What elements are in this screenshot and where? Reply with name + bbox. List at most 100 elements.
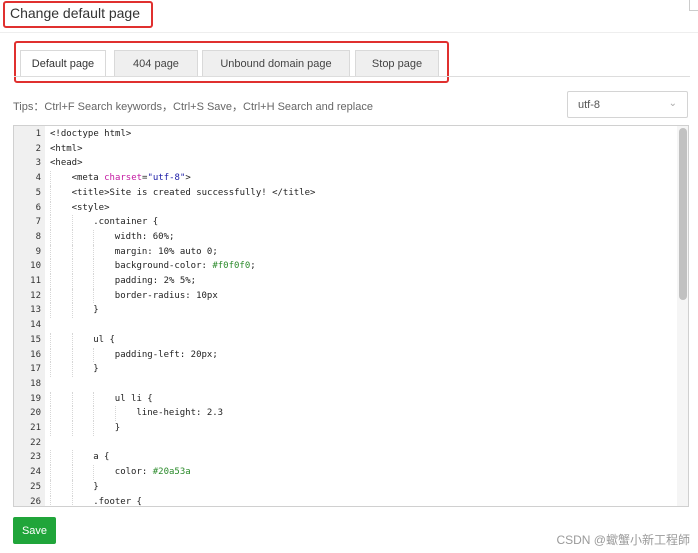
code-text: } (93, 362, 98, 377)
code-text: line-height: 2.3 (136, 406, 223, 421)
code-text: <style> (72, 201, 110, 216)
indent-guide (50, 479, 51, 495)
code-line: 11 padding: 2% 5%; (14, 274, 654, 289)
indent-guide (93, 465, 95, 480)
editor-scrollbar[interactable] (677, 126, 688, 506)
code-line: 14 (14, 318, 654, 333)
indent-guide (50, 215, 51, 230)
encoding-select[interactable]: utf-8 ⌄ (567, 91, 688, 118)
tabs-divider (14, 76, 690, 77)
code-token: padding-left: 20px; (114, 349, 218, 360)
code-token: border-radius: 10px (114, 290, 218, 301)
indent-guide (71, 288, 73, 304)
indent-guide (93, 406, 95, 421)
indent-guide (50, 274, 51, 289)
line-number: 7 (35, 217, 41, 228)
line-number: 14 (30, 320, 41, 331)
line-number: 2 (35, 143, 41, 154)
code-text: .container { (93, 215, 158, 230)
keyboard-tips: Tips：Ctrl+F Search keywords，Ctrl+S Save，… (13, 101, 373, 113)
code-token: background-color: (114, 261, 213, 272)
code-line: 13} (14, 303, 654, 319)
code-token: line-height: 2.3 (136, 408, 224, 419)
code-text: padding: 2% 5%; (115, 274, 196, 289)
code-token: a { (93, 452, 110, 463)
indent-guide (50, 244, 51, 260)
line-number: 26 (30, 496, 41, 507)
indent-guide (71, 465, 73, 480)
code-line: 26 .footer { (14, 494, 654, 507)
indent-guide (50, 229, 51, 245)
corner-mark (689, 0, 698, 11)
code-token: <head> (50, 158, 83, 169)
code-text: } (115, 421, 120, 436)
tab-unbound-domain-page[interactable]: Unbound domain page (202, 50, 350, 77)
line-number: 5 (35, 187, 41, 198)
code-token: > (185, 173, 191, 184)
code-line: 18 (14, 377, 654, 392)
line-number: 24 (30, 467, 41, 478)
dialog-title: Change default page (10, 5, 140, 21)
line-number: 23 (30, 452, 41, 463)
line-number: 15 (30, 334, 41, 345)
indent-guide (93, 421, 95, 436)
code-text: } (93, 480, 98, 495)
indent-guide (93, 274, 95, 289)
tab-default-page[interactable]: Default page (20, 50, 106, 77)
save-button[interactable]: Save (13, 517, 56, 544)
tab-404-page[interactable]: 404 page (114, 50, 198, 77)
indent-guide (93, 259, 95, 274)
line-number: 1 (35, 129, 41, 139)
code-line: 1 <!doctype html> (14, 127, 654, 142)
code-text: <head> (50, 156, 83, 171)
indent-guide (50, 494, 51, 506)
code-text: width: 60%; (115, 230, 175, 245)
indent-guide (50, 406, 51, 421)
indent-guide (71, 494, 73, 506)
code-line: 10 background-color: #f0f0f0; (14, 259, 654, 274)
indent-guide (50, 288, 51, 304)
code-line: 25} (14, 479, 654, 495)
title-divider (0, 32, 698, 33)
code-token: .footer { (93, 496, 142, 507)
indent-guide (50, 465, 51, 480)
scrollbar-thumb[interactable] (679, 128, 687, 300)
code-line: 15 ul { (14, 332, 654, 348)
code-line: 21} (14, 421, 654, 436)
indent-guide (50, 171, 51, 186)
indent-guide (71, 274, 73, 289)
line-number: 16 (30, 349, 41, 360)
code-token: } (93, 364, 99, 375)
code-token: .container { (93, 217, 159, 228)
code-text: border-radius: 10px (115, 289, 218, 304)
indent-guide (50, 200, 51, 216)
line-number: 12 (30, 290, 41, 301)
code-token: margin: 10% auto 0; (114, 246, 218, 257)
code-editor[interactable]: 1 <!doctype html> 2 <html> 3 <head> 4 <meta cha… (13, 125, 689, 507)
line-number: 22 (30, 437, 41, 448)
chevron-down-icon: ⌄ (668, 98, 677, 109)
code-token: <style> (71, 202, 110, 213)
indent-guide (93, 288, 95, 304)
indent-guide (93, 244, 95, 260)
line-number: 20 (30, 408, 41, 419)
code-line: 6 <style> (14, 200, 654, 216)
indent-guide (114, 406, 116, 421)
tab-stop-page[interactable]: Stop page (355, 50, 439, 77)
line-number: 11 (30, 276, 41, 286)
indent-guide (71, 332, 73, 348)
code-text: background-color: #f0f0f0; (115, 259, 256, 274)
indent-guide (50, 347, 51, 363)
code-line: 7 .container { (14, 215, 654, 230)
code-line: 9 margin: 10% auto 0; (14, 244, 654, 260)
indent-guide (50, 303, 51, 319)
line-number: 25 (30, 481, 41, 492)
code-text: a { (93, 450, 109, 465)
line-number: 18 (30, 378, 41, 389)
line-number: 6 (35, 202, 41, 213)
line-number: 21 (30, 423, 41, 433)
code-text: <meta charset="utf-8"> (72, 171, 191, 186)
indent-guide (71, 229, 73, 245)
indent-guide (71, 450, 73, 466)
indent-guide (93, 347, 95, 363)
